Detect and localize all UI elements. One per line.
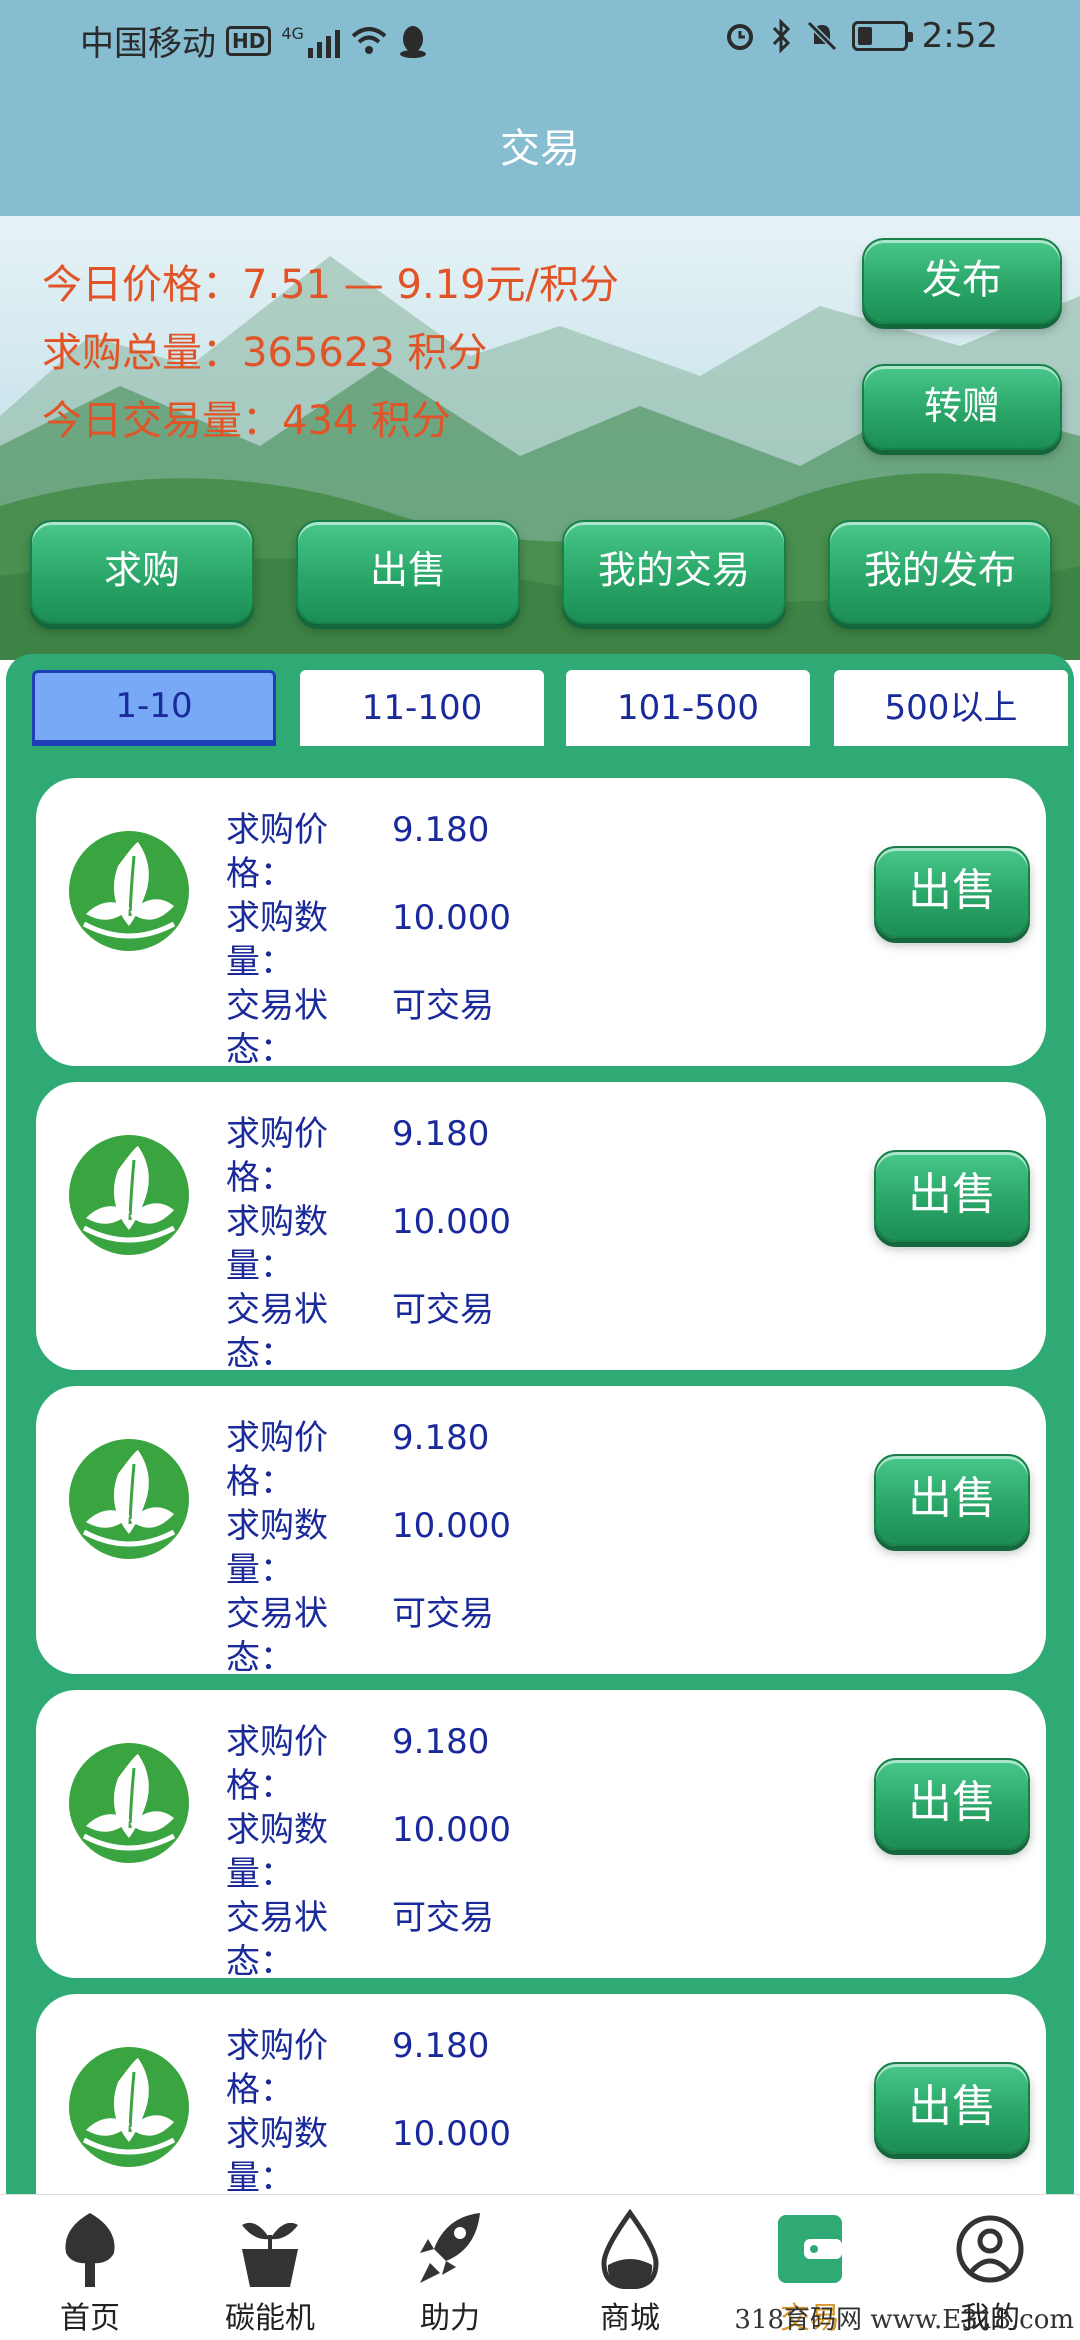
mute-icon [806,20,837,52]
tab-11-100[interactable]: 11-100 [300,670,544,746]
clock: 2:52 [921,16,998,56]
status-value: 可交易 [392,986,494,1026]
hd-badge: HD [226,25,272,56]
header-banner: 今日价格：7.51 — 9.19元/积分 求购总量：365623 积分 今日交易… [0,216,1080,660]
status-label: 交易状态： [226,1290,328,1374]
transfer-button[interactable]: 转赠 [862,364,1062,450]
tab-500-plus[interactable]: 500以上 [834,670,1068,746]
price-label: 求购价格： [226,810,328,894]
quantity-label: 求购数量： [226,2114,328,2194]
watermark: 318育码网 www.E318.com [734,2305,1074,2335]
publish-button[interactable]: 发布 [862,238,1062,324]
nav-home[interactable]: 首页 [0,2195,180,2340]
order-card: 求购价格： 9.180 求购数量： 10.000 交易状态： 可交易 出售 [36,1386,1046,1678]
tab-1-10[interactable]: 1-10 [32,670,276,746]
wallet-icon [778,2215,842,2283]
drop-icon [601,2209,659,2289]
price-label: 求购价格： [226,1114,328,1198]
plant-pot-icon [242,2222,298,2287]
card-sell-button[interactable]: 出售 [874,1454,1030,1546]
rocket-icon [420,2213,480,2283]
network-type: 4G [281,23,304,43]
nav-boost[interactable]: 助力 [360,2195,540,2340]
sell-button[interactable]: 出售 [296,520,520,624]
quantity-label: 求购数量： [226,898,328,982]
status-label: 交易状态： [226,986,328,1070]
nav-label: 助力 [420,2301,480,2336]
quantity-value: 10.000 [392,898,511,938]
nav-carbon-machine[interactable]: 碳能机 [180,2195,360,2340]
status-value: 可交易 [392,1594,494,1634]
price-value: 9.180 [392,810,490,850]
wifi-icon [351,26,387,54]
price-value: 9.180 [392,2026,490,2066]
signal-icon: 4G [281,24,340,58]
price-label: 求购价格： [226,2026,328,2110]
status-label: 交易状态： [226,1898,328,1982]
tab-101-500[interactable]: 101-500 [566,670,810,746]
nav-label: 商城 [600,2301,660,2336]
leaf-logo-icon [69,1135,189,1255]
leaf-logo-icon [69,1439,189,1559]
price-label: 求购价格： [226,1722,328,1806]
price-label: 求购价格： [226,1418,328,1502]
quantity-label: 求购数量： [226,1810,328,1894]
my-posts-button[interactable]: 我的发布 [828,520,1052,624]
status-bar: 中国移动 HD 4G 2:52 [0,0,1080,70]
today-price: 今日价格：7.51 — 9.19元/积分 [42,262,620,308]
order-card: 求购价格： 9.180 求购数量： 10.000 交易状态： 可交易 出售 [36,1690,1046,1982]
card-sell-button[interactable]: 出售 [874,1150,1030,1242]
status-label: 交易状态： [226,1594,328,1678]
leaf-logo-icon [69,2047,189,2167]
status-value: 可交易 [392,1290,494,1330]
bottom-nav: 首页 碳能机 助力 商城 交易 我的 318育码网 www.E318.com [0,2194,1080,2340]
buy-request-button[interactable]: 求购 [30,520,254,624]
quantity-value: 10.000 [392,2114,511,2154]
price-value: 9.180 [392,1114,490,1154]
price-value: 9.180 [392,1418,490,1458]
order-card: 求购价格： 9.180 求购数量： 10.000 交易状态： 可交易 出售 [36,778,1046,1070]
quantity-value: 10.000 [392,1810,511,1850]
nav-mall[interactable]: 商城 [540,2195,720,2340]
title-bar: 交易 [0,70,1080,216]
my-trades-button[interactable]: 我的交易 [562,520,786,624]
total-demand: 求购总量：365623 积分 [42,330,488,376]
alarm-icon [726,24,753,50]
order-list-panel: 1-10 11-100 101-500 500以上 求购价格： 9.180 求购数… [6,654,1074,2194]
qq-icon [399,25,426,58]
quantity-label: 求购数量： [226,1202,328,1286]
today-volume: 今日交易量：434 积分 [42,398,452,444]
card-sell-button[interactable]: 出售 [874,1758,1030,1850]
quantity-value: 10.000 [392,1506,511,1546]
nav-label: 碳能机 [225,2301,315,2336]
nav-label: 首页 [60,2301,120,2336]
carrier-name: 中国移动 [80,24,216,64]
bluetooth-icon [772,19,790,53]
page-title: 交易 [500,126,580,172]
leaf-logo-icon [69,831,189,951]
battery-icon [851,21,913,51]
price-value: 9.180 [392,1722,490,1762]
card-sell-button[interactable]: 出售 [874,846,1030,938]
leaf-logo-icon [69,1743,189,1863]
card-sell-button[interactable]: 出售 [874,2062,1030,2154]
user-icon [956,2215,1024,2283]
order-card: 求购价格：9.180 求购数量：10.000 交易状态：可交易 出售 [36,1994,1046,2194]
quantity-value: 10.000 [392,1202,511,1242]
tree-icon [65,2213,115,2287]
order-card: 求购价格： 9.180 求购数量： 10.000 交易状态： 可交易 出售 [36,1082,1046,1374]
quantity-label: 求购数量： [226,1506,328,1590]
status-value: 可交易 [392,1898,494,1938]
